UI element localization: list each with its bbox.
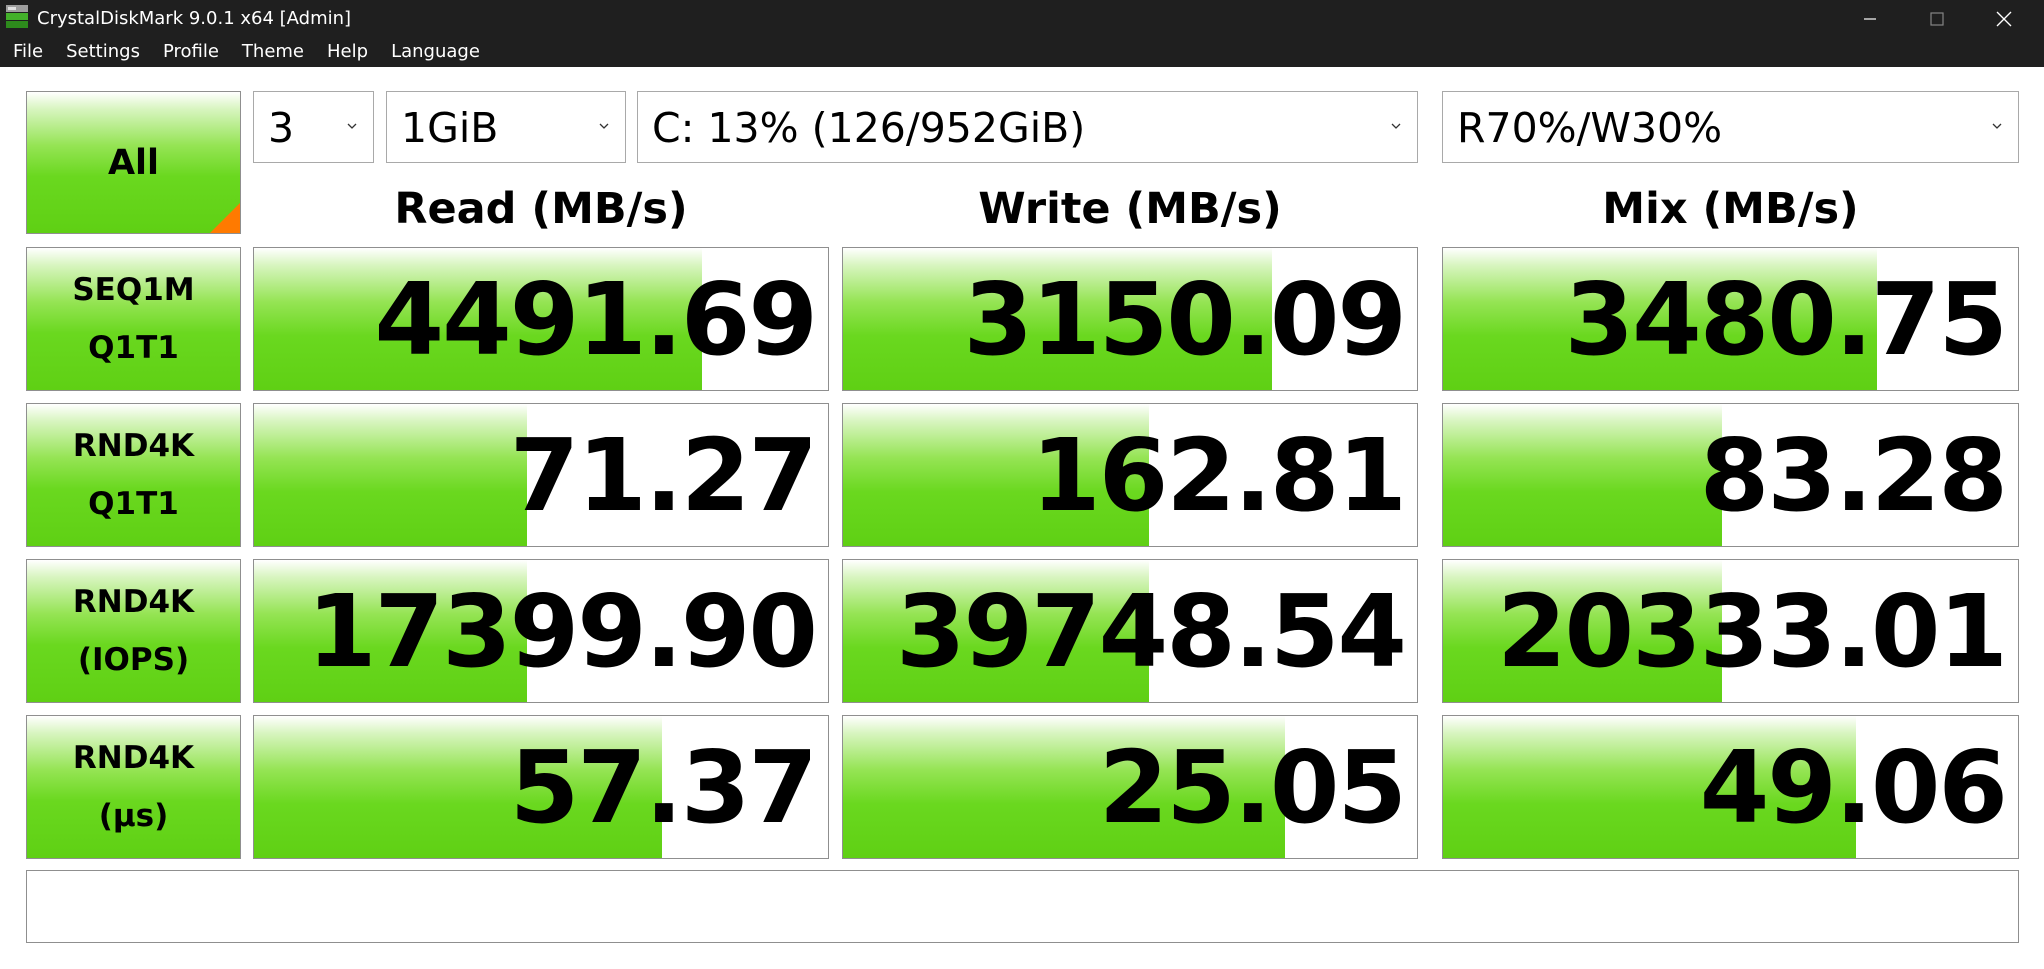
- menu-theme[interactable]: Theme: [232, 37, 314, 67]
- rnd4k-iops-button[interactable]: RND4K (IOPS): [26, 559, 241, 703]
- result-value: 71.27: [509, 417, 818, 534]
- drive-value: C: 13% (126/952GiB): [652, 104, 1086, 152]
- row-label-line2: (µs): [98, 798, 169, 834]
- menu-profile[interactable]: Profile: [153, 37, 229, 67]
- result-value: 3150.09: [963, 261, 1407, 378]
- result-value: 20333.01: [1496, 573, 2008, 690]
- row-label-line1: RND4K: [72, 740, 195, 776]
- close-icon: [1996, 11, 2012, 26]
- rnd4k-q1t1-button[interactable]: RND4K Q1T1: [26, 403, 241, 547]
- result-bar: [1443, 404, 1723, 546]
- corner-marker: [210, 203, 240, 233]
- test-count-select[interactable]: 3: [253, 91, 374, 163]
- row-label-line2: (IOPS): [77, 642, 190, 678]
- row-label-line1: RND4K: [72, 584, 195, 620]
- rnd4k-latency-button[interactable]: RND4K (µs): [26, 715, 241, 859]
- seq1m-q1t1-button[interactable]: SEQ1M Q1T1: [26, 247, 241, 391]
- result-cell-mix: 3480.75: [1442, 247, 2019, 391]
- minimize-icon: [1864, 17, 1876, 20]
- menu-bar: File Settings Profile Theme Help Languag…: [0, 37, 2044, 67]
- maximize-icon: [1930, 11, 1944, 26]
- maximize-button[interactable]: [1903, 0, 1971, 37]
- read-column-header: Read (MB/s): [394, 184, 688, 234]
- result-cell-write: 25.05: [842, 715, 1418, 859]
- window-title: CrystalDiskMark 9.0.1 x64 [Admin]: [37, 8, 352, 29]
- run-all-label: All: [107, 142, 160, 183]
- result-value: 83.28: [1699, 417, 2008, 534]
- result-cell-read: 71.27: [253, 403, 829, 547]
- comment-input[interactable]: [26, 870, 2019, 943]
- minimize-button[interactable]: [1836, 0, 1904, 37]
- chevron-down-icon: [1992, 123, 2002, 129]
- menu-language[interactable]: Language: [381, 37, 490, 67]
- result-cell-read: 4491.69: [253, 247, 829, 391]
- chevron-down-icon: [1391, 123, 1401, 129]
- result-bar: [254, 404, 527, 546]
- result-value: 25.05: [1098, 729, 1407, 846]
- test-size-select[interactable]: 1GiB: [386, 91, 626, 163]
- write-column-header: Write (MB/s): [978, 184, 1282, 234]
- title-bar: CrystalDiskMark 9.0.1 x64 [Admin]: [0, 0, 2044, 37]
- app-window: CrystalDiskMark 9.0.1 x64 [Admin] File S…: [0, 0, 2044, 969]
- chevron-down-icon: [347, 123, 357, 129]
- row-label-line2: Q1T1: [88, 330, 179, 366]
- result-value: 3480.75: [1564, 261, 2008, 378]
- menu-settings[interactable]: Settings: [56, 37, 150, 67]
- mix-column-header: Mix (MB/s): [1602, 184, 1859, 234]
- result-cell-mix: 20333.01: [1442, 559, 2019, 703]
- main-panel: All 3 1GiB C: 13% (126/952GiB) R70%/W30%: [0, 67, 2044, 969]
- menu-file[interactable]: File: [3, 37, 53, 67]
- mix-ratio-value: R70%/W30%: [1457, 104, 1723, 152]
- result-value: 49.06: [1699, 729, 2008, 846]
- result-value: 57.37: [509, 729, 818, 846]
- result-cell-mix: 49.06: [1442, 715, 2019, 859]
- result-value: 17399.90: [306, 573, 818, 690]
- crystaldiskmark-app-icon: [6, 5, 28, 28]
- chevron-down-icon: [599, 123, 609, 129]
- row-label-line2: Q1T1: [88, 486, 179, 522]
- result-value: 39748.54: [895, 573, 1407, 690]
- result-cell-mix: 83.28: [1442, 403, 2019, 547]
- result-cell-read: 57.37: [253, 715, 829, 859]
- test-size-value: 1GiB: [401, 104, 499, 152]
- run-all-button[interactable]: All: [26, 91, 241, 234]
- result-value: 4491.69: [374, 261, 818, 378]
- row-label-line1: SEQ1M: [72, 272, 195, 308]
- row-label-line1: RND4K: [72, 428, 195, 464]
- result-cell-write: 162.81: [842, 403, 1418, 547]
- mix-ratio-select[interactable]: R70%/W30%: [1442, 91, 2019, 163]
- close-button[interactable]: [1970, 0, 2038, 37]
- result-cell-write: 39748.54: [842, 559, 1418, 703]
- drive-select[interactable]: C: 13% (126/952GiB): [637, 91, 1418, 163]
- result-cell-read: 17399.90: [253, 559, 829, 703]
- result-cell-write: 3150.09: [842, 247, 1418, 391]
- test-count-value: 3: [268, 104, 295, 152]
- menu-help[interactable]: Help: [317, 37, 378, 67]
- result-value: 162.81: [1031, 417, 1407, 534]
